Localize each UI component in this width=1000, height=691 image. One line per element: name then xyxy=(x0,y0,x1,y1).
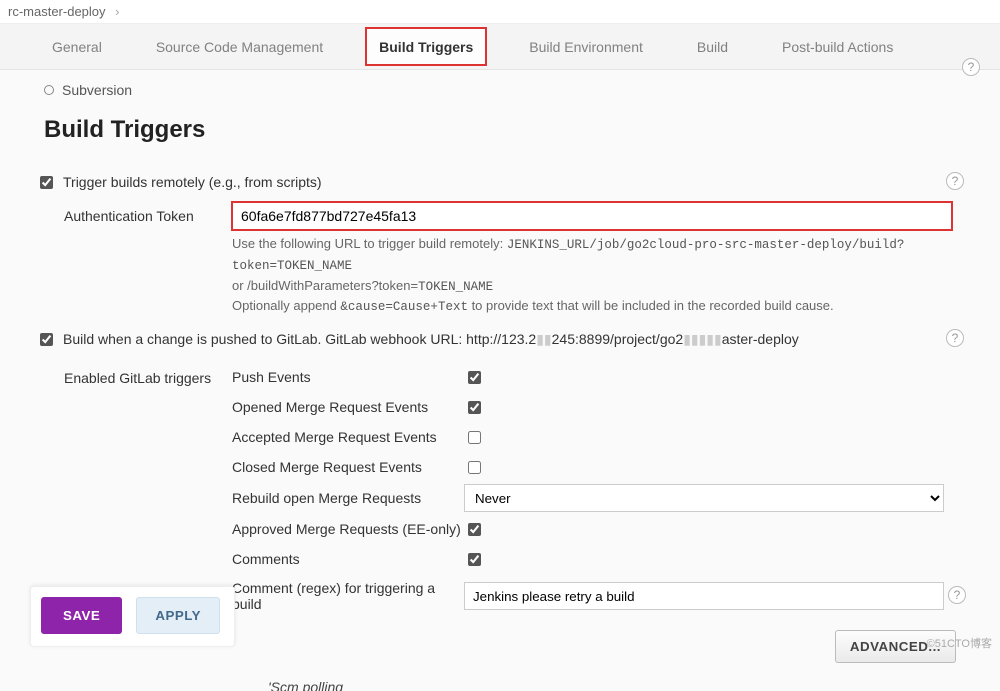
closed-mr-label: Closed Merge Request Events xyxy=(232,455,464,479)
tab-build-environment[interactable]: Build Environment xyxy=(517,24,655,69)
help-icon[interactable]: ? xyxy=(946,329,964,347)
trigger-remote-row: Trigger builds remotely (e.g., from scri… xyxy=(40,168,960,196)
help-icon[interactable]: ? xyxy=(962,58,980,76)
push-events-label: Push Events xyxy=(232,365,464,389)
save-button[interactable]: SAVE xyxy=(41,597,122,634)
breadcrumb: rc-master-deploy › xyxy=(0,0,1000,24)
opened-mr-label: Opened Merge Request Events xyxy=(232,395,464,419)
approved-mr-label: Approved Merge Requests (EE-only) xyxy=(232,517,464,541)
gitlab-trigger-label: Build when a change is pushed to GitLab.… xyxy=(63,331,960,348)
tab-build[interactable]: Build xyxy=(685,24,740,69)
watermark: ©51CTO博客 xyxy=(927,635,992,651)
rebuild-mr-select[interactable]: Never xyxy=(464,484,944,512)
breadcrumb-item[interactable]: rc-master-deploy xyxy=(8,4,106,19)
apply-button[interactable]: APPLY xyxy=(136,597,220,634)
accepted-mr-checkbox[interactable] xyxy=(468,431,481,444)
help-icon[interactable]: ? xyxy=(946,172,964,190)
tab-post-build[interactable]: Post-build Actions xyxy=(770,24,905,69)
tab-scm[interactable]: Source Code Management xyxy=(144,24,335,69)
approved-mr-checkbox[interactable] xyxy=(468,523,481,536)
auth-token-input[interactable] xyxy=(232,202,952,230)
comments-label: Comments xyxy=(232,547,464,571)
collapsed-prev-section[interactable]: Subversion xyxy=(40,78,960,108)
push-events-checkbox[interactable] xyxy=(468,371,481,384)
trigger-remote-label: Trigger builds remotely (e.g., from scri… xyxy=(63,174,960,190)
tab-general[interactable]: General xyxy=(40,24,114,69)
gitlab-trigger-checkbox[interactable] xyxy=(40,333,53,346)
breadcrumb-sep: › xyxy=(109,4,125,19)
closed-mr-checkbox[interactable] xyxy=(468,461,481,474)
bottom-actions: SAVE APPLY xyxy=(30,586,235,647)
comment-regex-input[interactable] xyxy=(464,582,944,610)
scm-polling-cut: 'Scm polling xyxy=(268,679,960,691)
opened-mr-checkbox[interactable] xyxy=(468,401,481,414)
comment-regex-label: Comment (regex) for triggering a build xyxy=(232,576,464,616)
gitlab-triggers-label: Enabled GitLab triggers xyxy=(64,362,232,386)
accepted-mr-label: Accepted Merge Request Events xyxy=(232,425,464,449)
collapsed-prev-label: Subversion xyxy=(62,82,132,98)
auth-token-label: Authentication Token xyxy=(64,202,232,224)
auth-token-hint: Use the following URL to trigger build r… xyxy=(232,234,960,317)
gitlab-trigger-row: Build when a change is pushed to GitLab.… xyxy=(40,325,960,354)
tab-build-triggers[interactable]: Build Triggers xyxy=(365,27,487,66)
help-icon[interactable]: ? xyxy=(948,586,966,604)
section-title: Build Triggers xyxy=(44,116,960,144)
rebuild-mr-label: Rebuild open Merge Requests xyxy=(232,486,464,510)
trigger-remote-checkbox[interactable] xyxy=(40,176,53,189)
comments-checkbox[interactable] xyxy=(468,553,481,566)
tab-bar: General Source Code Management Build Tri… xyxy=(0,24,1000,70)
radio-icon xyxy=(44,85,54,95)
